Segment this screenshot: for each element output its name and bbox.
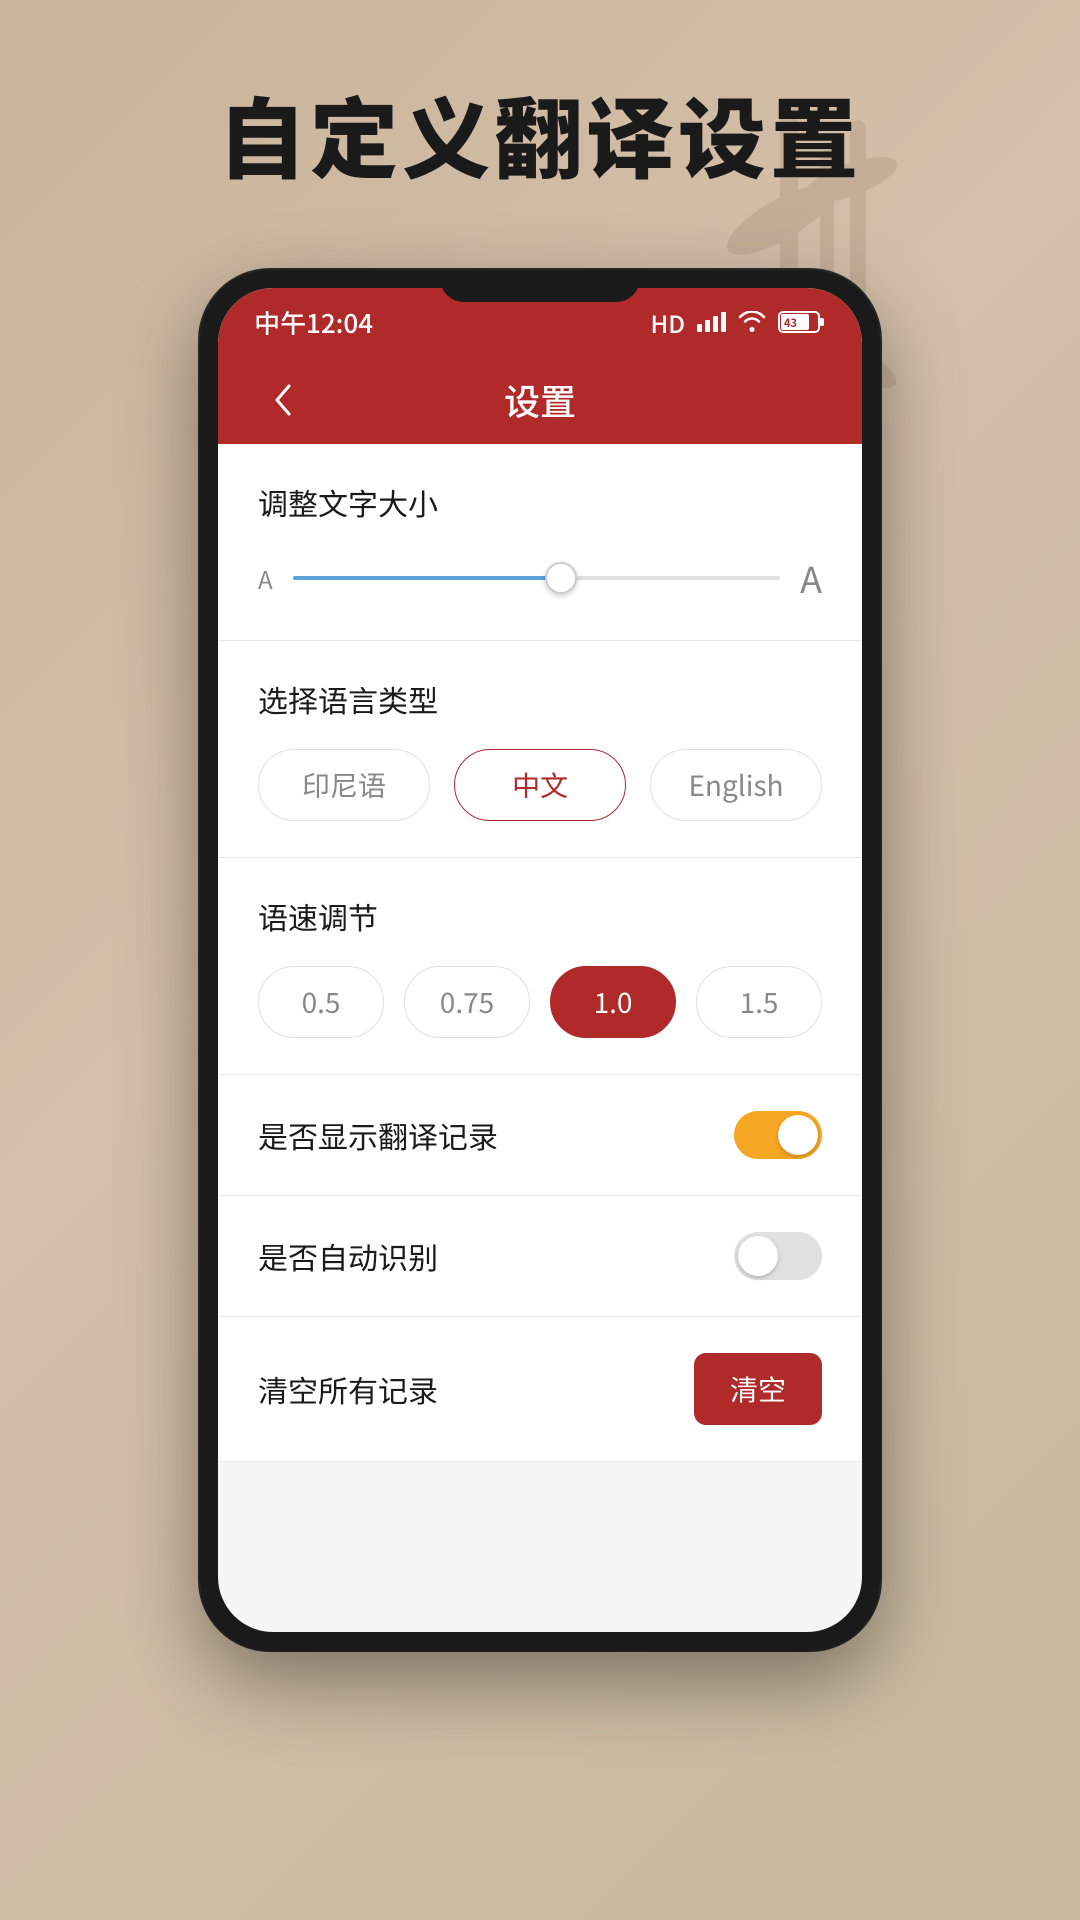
clear-label: 清空所有记录 [258, 1367, 438, 1411]
signal-icon [697, 312, 726, 332]
font-size-section: 调整文字大小 A A [218, 444, 862, 604]
toggle-auto-detect-row: 是否自动识别 [218, 1196, 862, 1316]
font-size-title: 调整文字大小 [258, 480, 822, 524]
speed-btn-0-75[interactable]: 0.75 [404, 966, 530, 1038]
language-title: 选择语言类型 [258, 677, 822, 721]
speed-label-0-75: 0.75 [440, 982, 494, 1022]
speed-section: 语速调节 0.5 0.75 1.0 1.5 [218, 858, 862, 1038]
lang-btn-chinese[interactable]: 中文 [454, 749, 626, 821]
speed-btn-0-5[interactable]: 0.5 [258, 966, 384, 1038]
toggle-auto-detect-label: 是否自动识别 [258, 1234, 438, 1278]
speed-title: 语速调节 [258, 894, 822, 938]
toggle-show-history-row: 是否显示翻译记录 [218, 1075, 862, 1195]
status-right: HD 43 [650, 305, 826, 340]
back-button[interactable] [254, 370, 314, 430]
toggle-auto-detect[interactable] [734, 1232, 822, 1280]
clear-row: 清空所有记录 清空 [218, 1317, 862, 1461]
toggle-auto-detect-thumb [738, 1236, 778, 1276]
phone-screen: 中午12:04 HD [218, 288, 862, 1632]
content-area: 调整文字大小 A A 选择语言类型 印尼语 [218, 444, 862, 1462]
toggle-show-history[interactable] [734, 1111, 822, 1159]
status-time: 中午12:04 [254, 304, 373, 341]
font-small-label: A [258, 561, 273, 596]
clear-button[interactable]: 清空 [694, 1353, 822, 1425]
divider-6 [218, 1461, 862, 1462]
speed-buttons: 0.5 0.75 1.0 1.5 [258, 966, 822, 1038]
battery-icon: 43 [778, 309, 826, 335]
lang-btn-english[interactable]: English [650, 749, 822, 821]
lang-label-english: English [688, 765, 783, 805]
speed-btn-1-5[interactable]: 1.5 [696, 966, 822, 1038]
speed-label-1-5: 1.5 [740, 982, 779, 1022]
slider-fill [293, 576, 561, 580]
wifi-icon [738, 311, 766, 333]
speed-btn-1-0[interactable]: 1.0 [550, 966, 676, 1038]
font-large-label: A [800, 552, 822, 604]
toggle-show-history-thumb [778, 1115, 818, 1155]
svg-text:43: 43 [784, 315, 797, 331]
app-bar: 设置 [218, 356, 862, 444]
toggle-show-history-label: 是否显示翻译记录 [258, 1113, 498, 1157]
phone-mockup: 中午12:04 HD [200, 270, 880, 1650]
speed-label-1-0: 1.0 [594, 982, 633, 1022]
speed-label-0-5: 0.5 [302, 982, 341, 1022]
slider-thumb [545, 562, 577, 594]
lang-label-chinese: 中文 [512, 765, 568, 805]
lang-btn-indonesian[interactable]: 印尼语 [258, 749, 430, 821]
page-title: 自定义翻译设置 [0, 70, 1080, 197]
language-section: 选择语言类型 印尼语 中文 English [218, 641, 862, 821]
phone-notch [440, 270, 640, 302]
font-size-slider[interactable] [293, 576, 781, 580]
signal-text: HD [650, 305, 685, 340]
language-buttons: 印尼语 中文 English [258, 749, 822, 821]
lang-label-indonesian: 印尼语 [302, 765, 386, 805]
app-bar-title: 设置 [504, 374, 576, 426]
font-size-slider-row: A A [258, 552, 822, 604]
